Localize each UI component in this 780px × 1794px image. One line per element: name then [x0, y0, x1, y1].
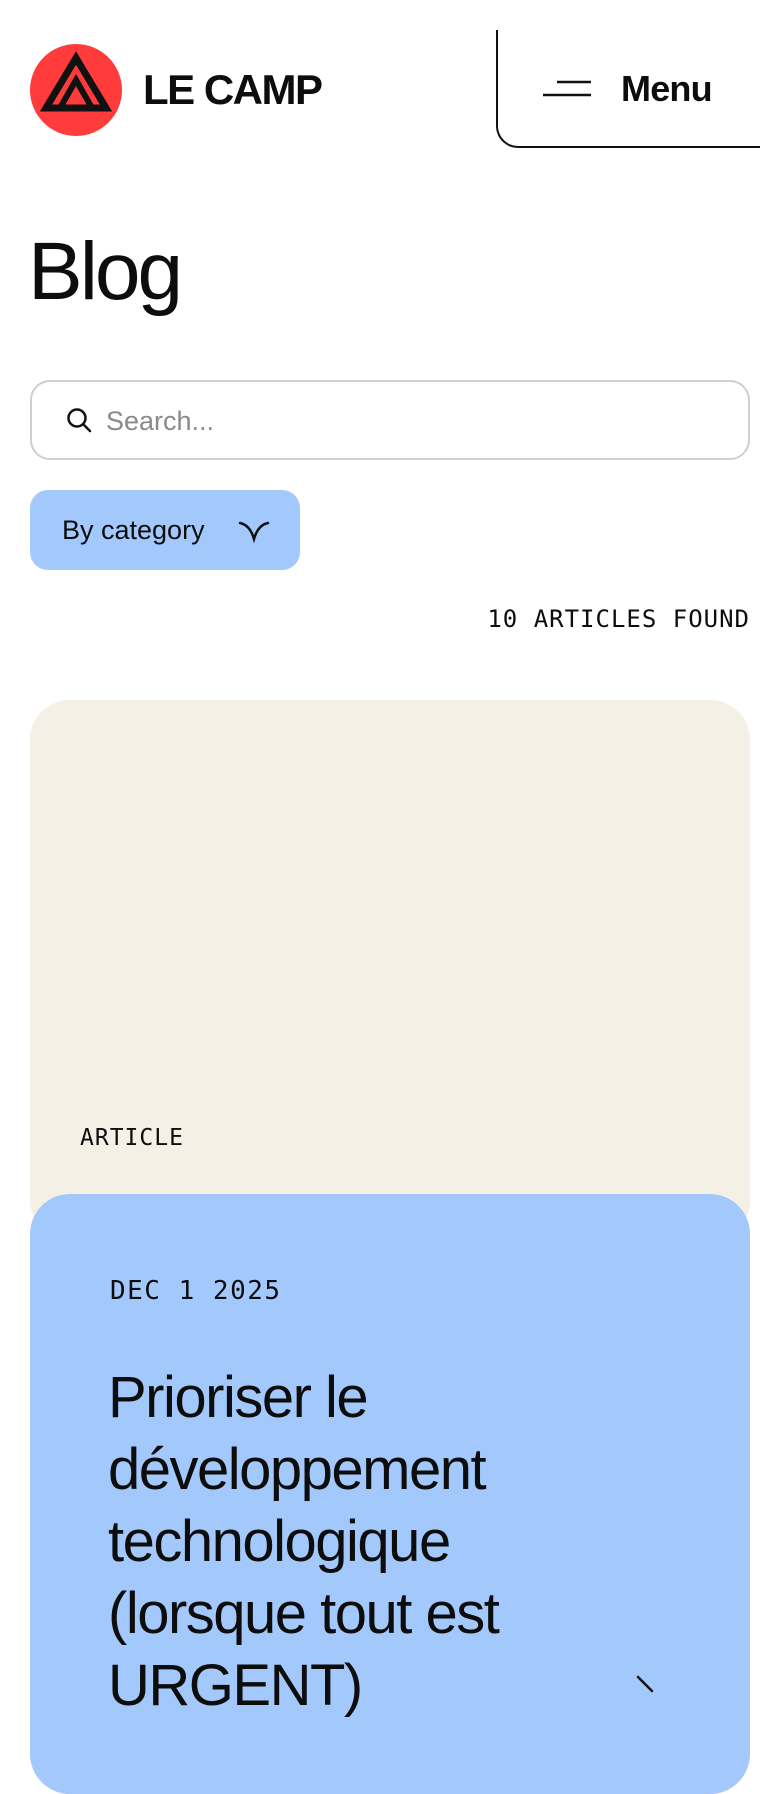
article-type-label: ARTICLE [80, 1125, 184, 1151]
brand-name[interactable]: LE CAMP [143, 64, 323, 116]
category-filter-button[interactable]: By category [30, 490, 300, 570]
menu-button[interactable]: Menu [496, 30, 760, 148]
chevron-down-icon [238, 517, 270, 545]
results-count: 10 ARTICLES FOUND [487, 605, 750, 633]
page-title: Blog [28, 226, 183, 317]
category-filter-label: By category [62, 515, 205, 545]
site-header: LE CAMP Menu [0, 0, 780, 160]
search-icon [66, 407, 92, 433]
article-card-image[interactable]: ARTICLE [30, 700, 750, 1240]
arrow-right-icon[interactable] [630, 1671, 670, 1711]
search-input[interactable] [104, 394, 708, 448]
menu-label: Menu [621, 68, 713, 109]
article-title[interactable]: Prioriser le développement technologique… [108, 1362, 648, 1722]
article-date: DEC 1 2025 [110, 1276, 282, 1306]
camp-logo-icon[interactable] [30, 44, 122, 136]
hamburger-menu-icon [543, 79, 591, 99]
article-card[interactable]: DEC 1 2025 Prioriser le développement te… [30, 1194, 750, 1794]
search-box[interactable] [30, 380, 750, 460]
